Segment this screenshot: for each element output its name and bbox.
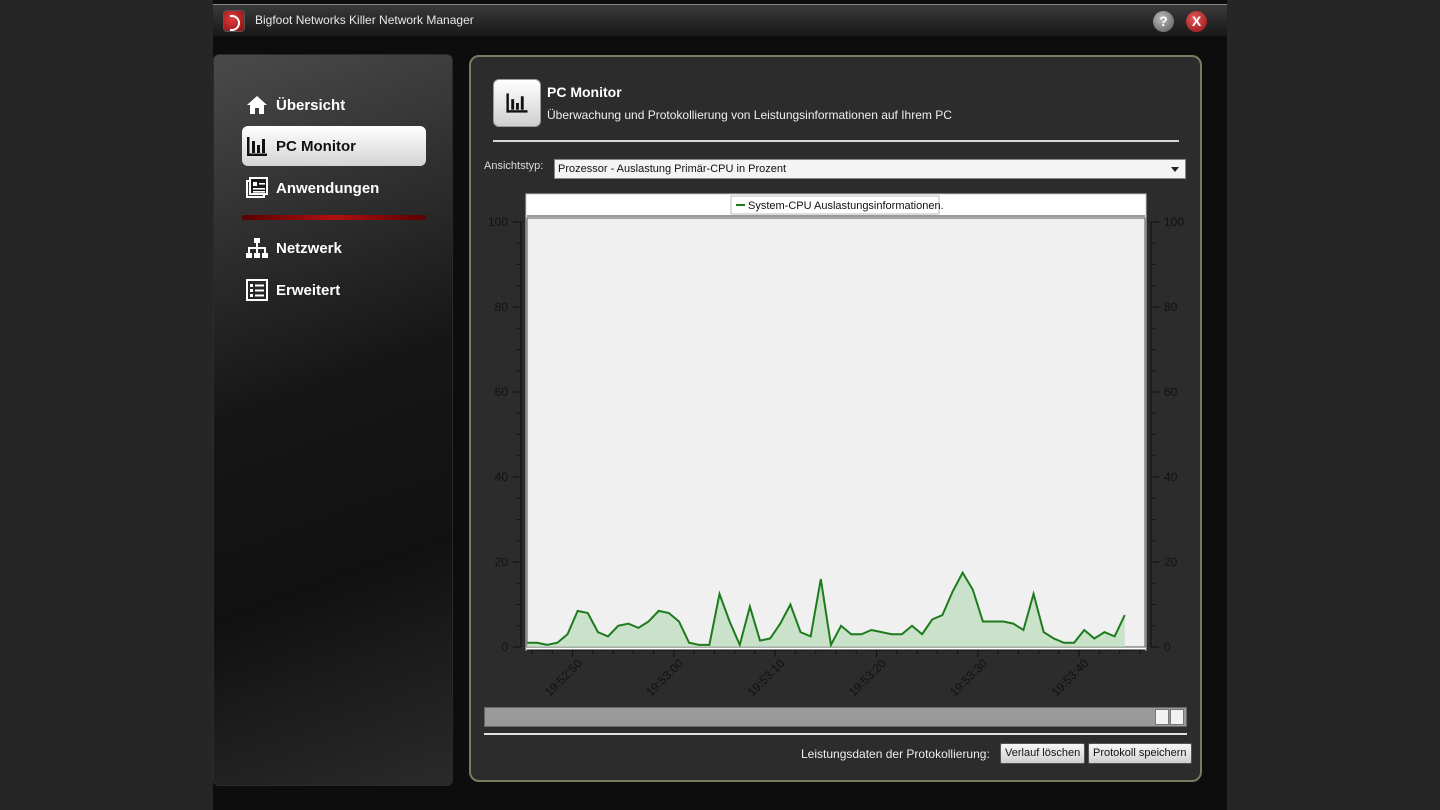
y-tick-label-right: 60 <box>1164 385 1178 399</box>
view-type-label: Ansichtstyp: <box>484 160 544 172</box>
app-logo-icon <box>223 10 245 32</box>
chart-scrollbar[interactable] <box>484 707 1187 727</box>
x-tick-label: 19:53:00 <box>643 656 686 699</box>
close-button[interactable]: X <box>1186 11 1207 32</box>
y-tick-label-left: 60 <box>495 385 509 399</box>
plot-area <box>526 217 1146 648</box>
bar-chart-icon <box>506 93 528 113</box>
y-tick-label-left: 0 <box>501 640 508 654</box>
chevron-down-icon[interactable] <box>1171 167 1179 172</box>
header-divider <box>493 140 1179 142</box>
main-panel: PC Monitor Überwachung und Protokollieru… <box>469 55 1202 782</box>
legend-label: System-CPU Auslastungsinformationen. <box>748 200 944 212</box>
sidebar-item-uebersicht[interactable]: Übersicht <box>242 85 426 125</box>
page-title: PC Monitor <box>547 84 622 100</box>
sidebar-item-label: PC Monitor <box>276 138 356 155</box>
x-tick-label: 19:53:40 <box>1048 656 1091 699</box>
app-window: Bigfoot Networks Killer Network Manager … <box>213 0 1227 810</box>
y-tick-label-right: 20 <box>1164 555 1178 569</box>
view-type-selected: Prozessor - Auslastung Primär-CPU in Pro… <box>558 163 787 175</box>
sidebar: Übersicht PC Monitor Anwendungen Netzwer… <box>213 54 453 786</box>
log-label: Leistungsdaten der Protokollierung: <box>801 747 990 761</box>
view-type-select[interactable]: Prozessor - Auslastung Primär-CPU in Pro… <box>554 159 1186 179</box>
y-tick-label-right: 40 <box>1164 470 1178 484</box>
pc-monitor-header-icon <box>493 79 541 127</box>
sidebar-item-label: Übersicht <box>276 97 346 114</box>
x-tick-label: 19:53:30 <box>947 656 990 699</box>
y-tick-label-left: 20 <box>495 555 509 569</box>
sidebar-item-erweitert[interactable]: Erweitert <box>242 270 426 310</box>
y-tick-label-left: 80 <box>495 300 509 314</box>
scrollbar-thumb-left[interactable] <box>1155 709 1169 725</box>
list-icon <box>246 279 268 301</box>
sidebar-item-anwendungen[interactable]: Anwendungen <box>242 168 426 208</box>
x-tick-label: 19:53:20 <box>846 656 889 699</box>
home-icon <box>247 96 267 114</box>
sidebar-item-label: Anwendungen <box>276 180 380 197</box>
footer-divider <box>484 733 1187 735</box>
network-icon <box>246 238 268 258</box>
help-button[interactable]: ? <box>1153 11 1174 32</box>
sidebar-item-netzwerk[interactable]: Netzwerk <box>242 228 426 268</box>
scrollbar-thumb-right[interactable] <box>1170 709 1184 725</box>
y-tick-label-left: 100 <box>488 215 508 229</box>
title-bar: Bigfoot Networks Killer Network Manager … <box>213 4 1227 36</box>
save-log-button[interactable]: Protokoll speichern <box>1088 743 1192 764</box>
cpu-chart: 0 0 20 20 40 40 60 60 80 80 100 100 19:52:50 19:53:00… <box>471 187 1204 707</box>
window-title: Bigfoot Networks Killer Network Manager <box>255 13 474 27</box>
page-subtitle: Überwachung und Protokollierung von Leis… <box>547 108 952 122</box>
sidebar-item-pc-monitor[interactable]: PC Monitor <box>242 126 426 166</box>
cpu-chart-svg: 0 0 20 20 40 40 60 60 80 80 100 100 19:52:50 19:53:00… <box>488 193 1184 699</box>
x-tick-label: 19:53:10 <box>745 656 788 699</box>
applications-icon <box>246 177 268 198</box>
sidebar-divider <box>242 215 426 220</box>
y-tick-label-right: 80 <box>1164 300 1178 314</box>
y-tick-label-left: 40 <box>495 470 509 484</box>
sidebar-item-label: Netzwerk <box>276 240 342 257</box>
bar-chart-icon <box>247 137 267 156</box>
x-tick-label: 19:52:50 <box>542 656 585 699</box>
sidebar-item-label: Erweitert <box>276 282 341 299</box>
y-tick-label-right: 0 <box>1164 640 1171 654</box>
y-tick-label-right: 100 <box>1164 215 1184 229</box>
clear-history-button[interactable]: Verlauf löschen <box>1000 743 1086 764</box>
